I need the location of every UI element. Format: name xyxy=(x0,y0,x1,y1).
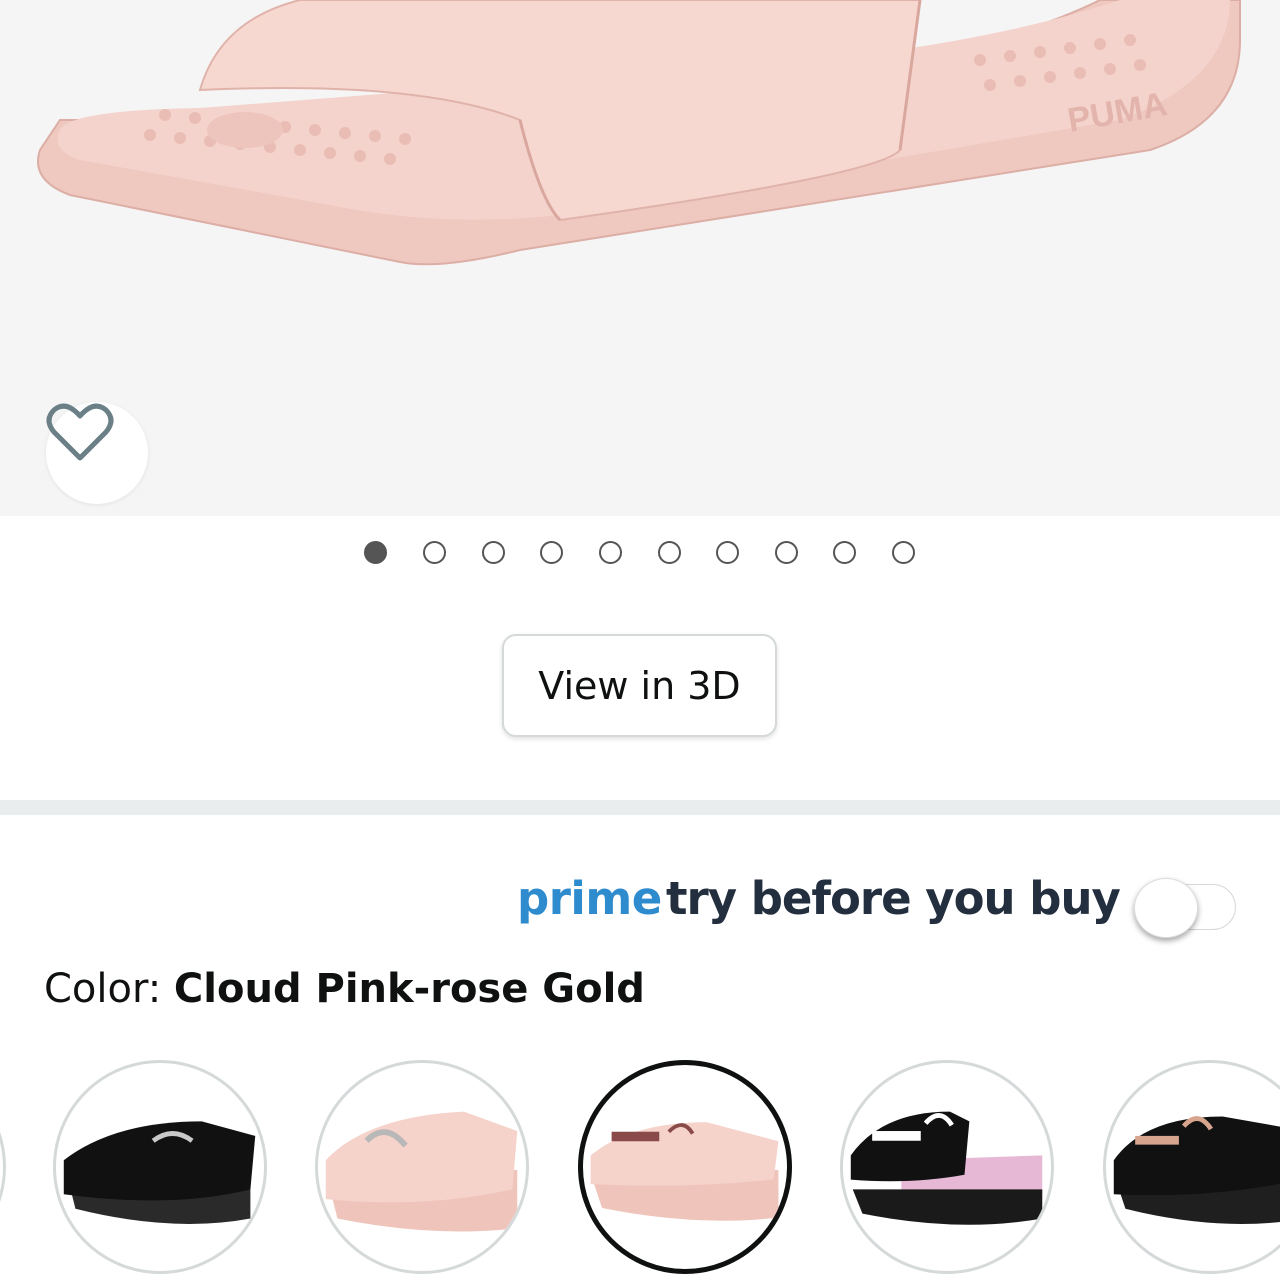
view-in-3d-button[interactable]: View in 3D xyxy=(502,634,777,737)
section-divider xyxy=(0,800,1280,815)
carousel-dot-4[interactable] xyxy=(540,541,563,564)
carousel-dot-8[interactable] xyxy=(775,541,798,564)
black-sandal-thumbnail xyxy=(63,1121,256,1224)
selected-color-name: Cloud Pink-rose Gold xyxy=(173,966,645,1012)
color-swatch-black-pink[interactable] xyxy=(840,1060,1054,1274)
carousel-dot-10[interactable] xyxy=(892,541,915,564)
color-swatch-black-rose-gold[interactable] xyxy=(1103,1060,1280,1274)
sandal-illustration: PUMA xyxy=(37,0,1241,266)
pink-rose-gold-sandal-thumbnail xyxy=(590,1122,779,1221)
prime-try-before-you-buy: prime try before you buy xyxy=(0,866,1280,938)
carousel-dot-1[interactable] xyxy=(364,541,387,564)
try-before-you-buy-label: try before you buy xyxy=(666,872,1121,925)
wishlist-button[interactable] xyxy=(46,402,148,504)
carousel-dot-9[interactable] xyxy=(833,541,856,564)
carousel-dot-2[interactable] xyxy=(423,541,446,564)
color-swatch-pink-silver[interactable] xyxy=(315,1060,529,1274)
black-rose-gold-sandal-thumbnail xyxy=(1113,1116,1280,1224)
color-swatch-partial[interactable] xyxy=(0,1060,6,1274)
carousel-dot-7[interactable] xyxy=(716,541,739,564)
toggle-knob xyxy=(1134,878,1198,938)
pink-sandal-thumbnail xyxy=(325,1111,518,1232)
heart-outline-icon xyxy=(46,403,114,461)
color-swatch-list xyxy=(0,1058,1280,1280)
color-swatch-black-silver[interactable] xyxy=(53,1060,267,1274)
carousel-dot-6[interactable] xyxy=(658,541,681,564)
color-swatch-cloud-pink-rose-gold[interactable] xyxy=(578,1060,792,1274)
prime-logo: prime xyxy=(517,872,662,925)
color-label-prefix: Color: xyxy=(44,966,174,1012)
color-selection-label: Color: Cloud Pink-rose Gold xyxy=(44,966,645,1012)
try-before-you-buy-toggle[interactable] xyxy=(1134,876,1236,938)
carousel-dot-3[interactable] xyxy=(482,541,505,564)
carousel-dot-5[interactable] xyxy=(599,541,622,564)
product-image[interactable]: PUMA xyxy=(0,0,1280,516)
image-carousel-indicator xyxy=(0,541,1280,569)
black-pink-sandal-thumbnail xyxy=(850,1111,1043,1225)
